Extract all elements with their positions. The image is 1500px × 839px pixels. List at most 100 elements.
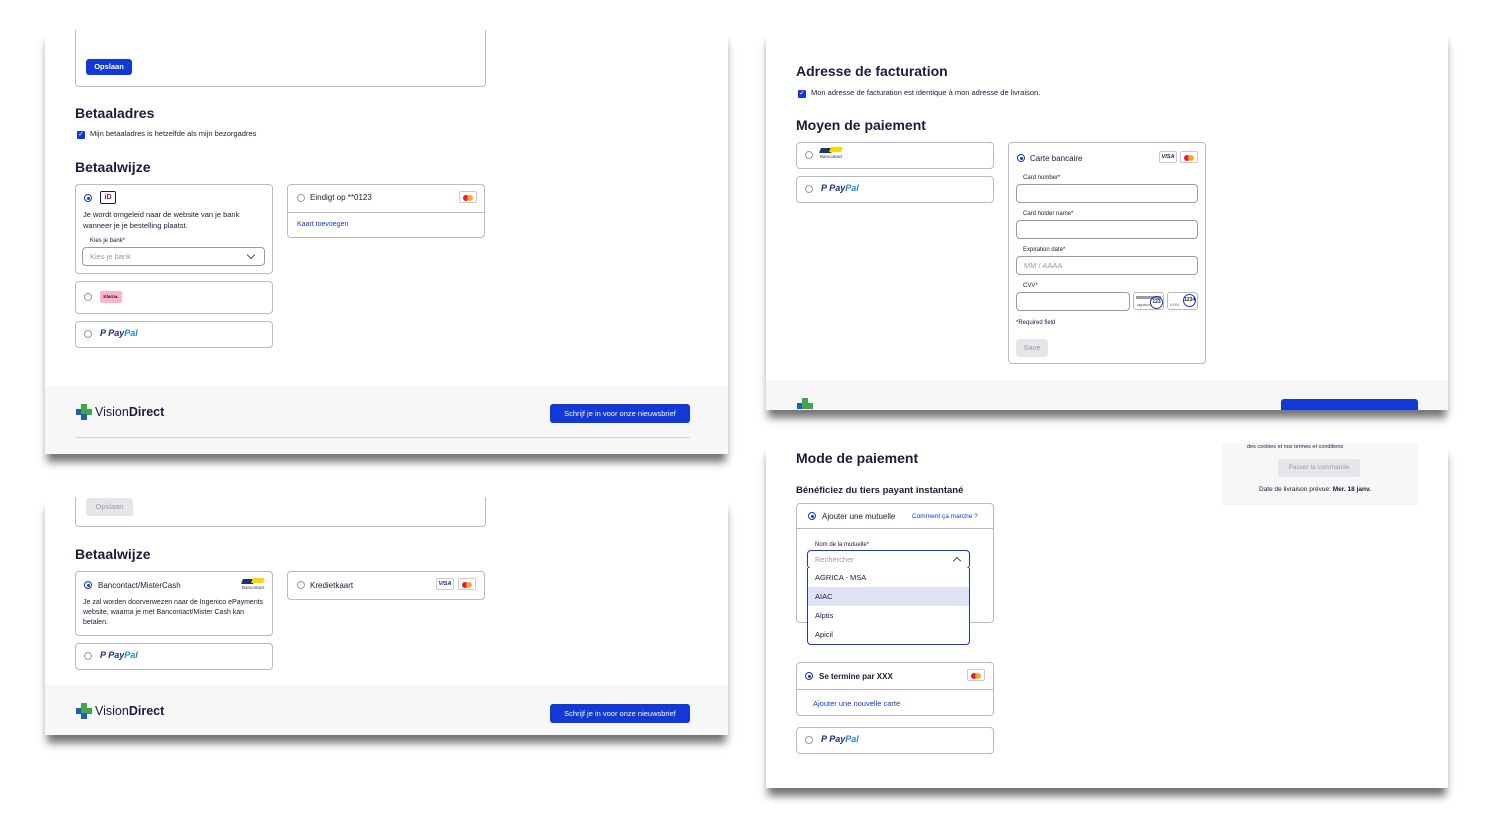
dropdown-option[interactable]: Alptis	[808, 606, 969, 625]
billing-address-title: Adresse de facturation	[796, 63, 948, 79]
mutuelle-radio[interactable]	[808, 512, 816, 520]
saved-card-label: Se termine par XXX	[819, 672, 893, 681]
save-button[interactable]: Opslaan	[86, 498, 133, 516]
cvv-3-digits: 123	[1150, 296, 1163, 309]
visa-icon: VISA	[436, 578, 454, 590]
ideal-icon: iD	[100, 191, 116, 204]
save-button[interactable]: Save	[1016, 339, 1048, 357]
card-label: Carte bancaire	[1030, 154, 1083, 163]
vision-direct-logo-icon	[76, 703, 92, 719]
add-card-link[interactable]: Kaart toevoegen	[297, 221, 348, 228]
bancontact-radio[interactable]	[84, 581, 92, 589]
bancontact-radio[interactable]	[805, 151, 813, 159]
paypal-radio[interactable]	[805, 185, 813, 193]
newsletter-button[interactable]	[1281, 399, 1418, 410]
delivery-label: Date de livraison prévue:	[1259, 486, 1331, 493]
paypal-mark: P	[100, 650, 106, 660]
paypal-radio[interactable]	[805, 736, 813, 744]
paypal-icon: P PayPal	[100, 650, 138, 660]
cvv-input[interactable]	[1016, 292, 1130, 311]
creditcard-radio[interactable]	[297, 581, 305, 589]
newsletter-button[interactable]: Schrijf je in voor onze nieuwsbrief	[550, 704, 690, 723]
paypal-radio[interactable]	[84, 652, 92, 660]
dropdown-option[interactable]: Apicil	[808, 625, 969, 644]
saved-card-label: Eindigt op **0123	[310, 193, 372, 202]
mutuelle-dropdown: AGRICA - MSA AIAC Alptis Apicil	[807, 568, 970, 645]
bank-label: Kies je bank*	[90, 238, 126, 244]
card-number-input[interactable]	[1016, 184, 1198, 203]
saved-card-divider	[796, 689, 994, 690]
logo-direct: Direct	[128, 405, 165, 419]
mutuelle-divider	[796, 528, 994, 529]
bancontact-icon: Bancontact	[819, 147, 844, 161]
bancontact-description: Je zal worden doorverwezen naar de Ingen…	[83, 599, 264, 627]
logo-direct: Direct	[128, 704, 165, 718]
paypal-icon: P PayPal	[100, 328, 138, 338]
saved-card-radio[interactable]	[805, 672, 813, 680]
ideal-description: Je wordt omgeleid naar de website van je…	[83, 210, 240, 230]
mutuelle-search-input[interactable]: Rechercher	[807, 550, 970, 569]
saved-card-divider	[287, 212, 485, 213]
footer-divider	[75, 437, 690, 438]
same-address-checkbox[interactable]: ✓	[77, 131, 85, 139]
creditcard-label: Kredietkaart	[310, 581, 354, 590]
same-address-label: Mijn betaaladres is hetzelfde als mijn b…	[90, 129, 257, 138]
bancontact-logo-text: Bancontact	[242, 585, 265, 590]
card-holder-input[interactable]	[1016, 220, 1198, 239]
vision-direct-logo-icon	[797, 398, 813, 410]
expiration-label: Expiration date*	[1023, 247, 1066, 253]
visa-icon: VISA	[1159, 151, 1177, 163]
same-address-checkbox[interactable]: ✓	[798, 90, 806, 98]
vision-direct-logo: VisionDirect	[95, 704, 164, 718]
paypal-mark: P	[821, 734, 827, 744]
same-address-label: Mon adresse de facturation est identique…	[811, 88, 1041, 97]
bancontact-icon: Bancontact	[241, 578, 266, 592]
card-holder-label: Card holder name*	[1023, 211, 1074, 217]
required-note: *Required field	[1016, 320, 1056, 326]
mastercard-icon	[1180, 151, 1198, 163]
cvv-back-card-icon: signature 123	[1133, 292, 1164, 310]
bank-select[interactable]: Kies je bank	[82, 247, 265, 266]
paypal-pay: Pay	[108, 650, 125, 660]
cvv-4-digits: 1234	[1183, 294, 1196, 307]
search-placeholder: Rechercher	[815, 555, 854, 564]
bank-select-placeholder: Kies je bank	[90, 252, 131, 261]
paypal-pay: Pay	[108, 328, 125, 338]
panel-fr-mutuelle: Mode de paiement Bénéficiez du tiers pay…	[766, 443, 1448, 788]
card-number-label: Card number*	[1023, 175, 1061, 181]
ideal-radio[interactable]	[84, 194, 92, 202]
paypal-pay: Pay	[829, 183, 846, 193]
vision-direct-logo: VisionDirect	[95, 405, 164, 419]
paypal-radio[interactable]	[84, 330, 92, 338]
panel-nl-ideal: Opslaan Betaaladres ✓ Mijn betaaladres i…	[45, 30, 728, 454]
mastercard-icon	[967, 669, 985, 681]
paypal-pal: Pal	[124, 328, 138, 338]
cvv-xxxx-text: XXXX	[1170, 303, 1180, 307]
save-button[interactable]: Opslaan	[86, 59, 132, 75]
billing-address-title: Betaaladres	[75, 105, 155, 121]
klarna-icon: Klarna.	[100, 291, 122, 303]
paypal-pay: Pay	[829, 734, 846, 744]
previous-section-box	[75, 30, 486, 87]
saved-card-radio[interactable]	[297, 194, 305, 202]
payment-method-title: Mode de paiement	[796, 450, 919, 466]
card-radio[interactable]	[1017, 154, 1025, 162]
newsletter-button[interactable]: Schrijf je in voor onze nieuwsbrief	[550, 404, 690, 423]
mutuelle-label: Ajouter une mutuelle	[822, 512, 896, 521]
dropdown-option[interactable]: AGRICA - MSA	[808, 568, 969, 587]
payment-method-title: Moyen de paiement	[796, 117, 926, 133]
logo-vision: Vision	[95, 704, 129, 718]
paypal-pal: Pal	[124, 650, 138, 660]
place-order-button[interactable]: Passer la commande	[1278, 459, 1360, 477]
add-new-card-link[interactable]: Ajouter une nouvelle carte	[813, 699, 900, 708]
bancontact-logo-text: Bancontact	[820, 154, 843, 159]
dropdown-option[interactable]: AIAC	[808, 587, 969, 606]
how-it-works-link[interactable]: Comment ça marche ?	[912, 513, 978, 520]
paypal-pal: Pal	[845, 734, 859, 744]
paypal-icon: P PayPal	[821, 734, 859, 744]
vision-direct-logo-icon	[76, 404, 92, 420]
expiration-input[interactable]: MM / AAAA	[1016, 256, 1198, 275]
klarna-radio[interactable]	[84, 293, 92, 301]
panel-nl-bancontact: Opslaan Betaalwijze Bancontact/MisterCas…	[45, 497, 728, 735]
cookies-text: des cookies et nos termes et conditions	[1247, 444, 1344, 450]
